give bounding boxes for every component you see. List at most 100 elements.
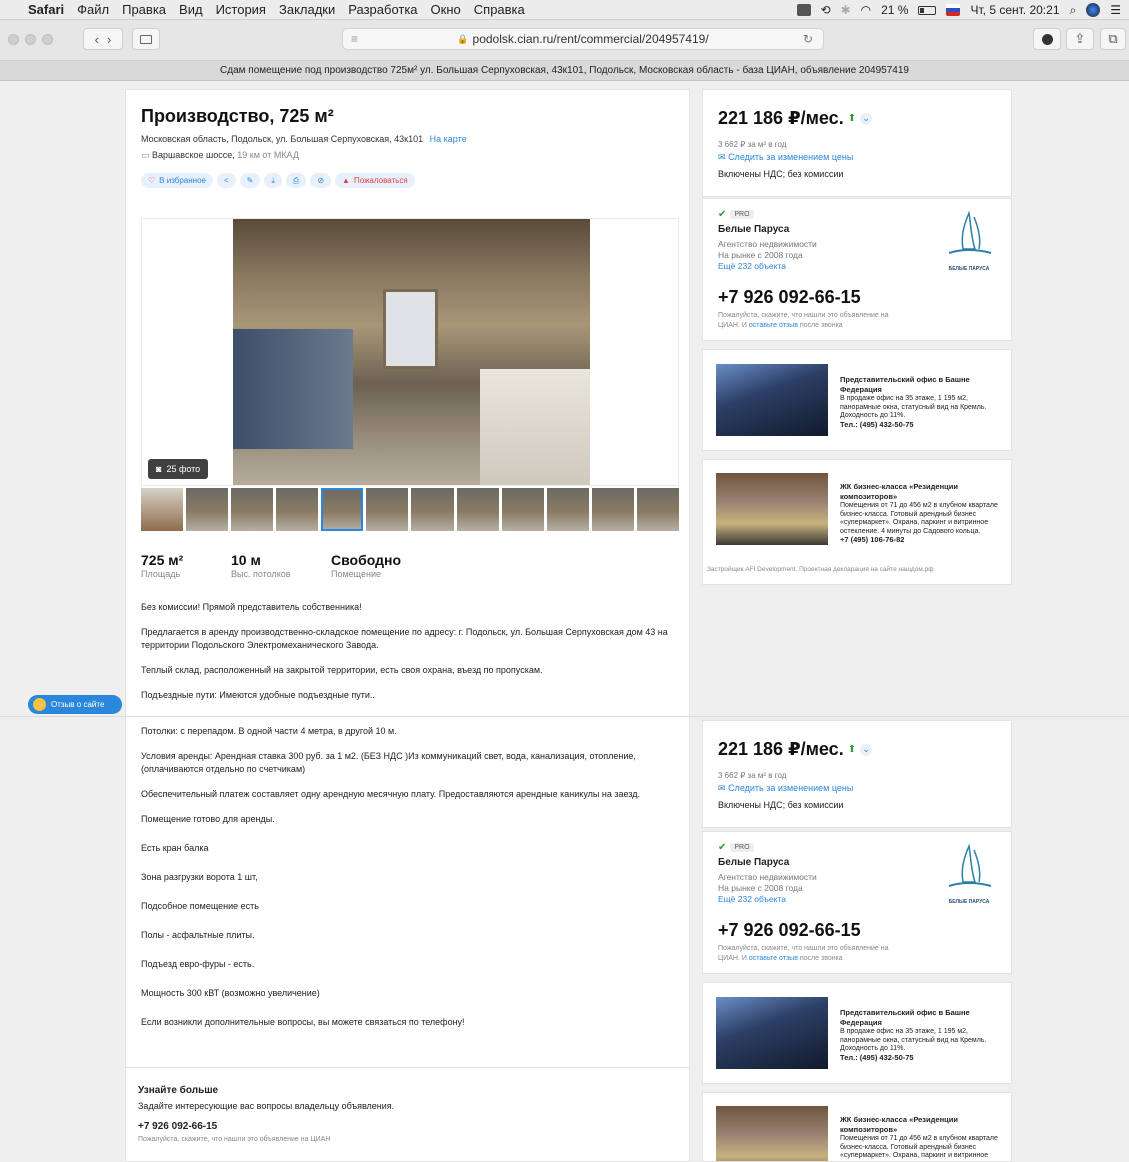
time-machine-icon[interactable]: ⟲ <box>821 3 831 17</box>
thumbnail[interactable] <box>276 488 319 531</box>
print-button[interactable]: ⎙ <box>285 173 307 188</box>
tabs-overview-button[interactable]: ⧉ <box>1100 28 1126 50</box>
thumbnail[interactable] <box>141 488 184 531</box>
action-bar: ♡ В избранное < ✎ ⤓ ⎙ ⊘ ▲ Пожаловаться <box>141 173 467 188</box>
reader-icon[interactable]: ≡ <box>351 32 358 46</box>
download-icon <box>1041 33 1053 45</box>
ad-text: ЖК бизнес-класса «Резиденции композиторо… <box>840 473 1000 546</box>
forward-icon[interactable]: › <box>107 32 111 47</box>
leave-review-link[interactable]: оставьте отзыв <box>749 955 798 962</box>
menu-item-history[interactable]: История <box>216 2 266 17</box>
favorite-button[interactable]: ♡ В избранное <box>141 173 213 188</box>
agent-logo[interactable]: БЕЛЫЕ ПАРУСА <box>941 840 997 906</box>
thumbnail[interactable] <box>636 488 679 531</box>
thumbnail[interactable] <box>231 488 274 531</box>
ad-card[interactable]: ЖК бизнес-класса «Резиденции композиторо… <box>702 1092 1012 1162</box>
highway-line: ▭ Варшавское шоссе, 19 км от МКАД <box>141 150 467 161</box>
menubar-datetime[interactable]: Чт, 5 сент. 20:21 <box>970 3 1059 17</box>
price-history-chevron-icon[interactable]: ⌄ <box>860 112 873 125</box>
spotlight-icon[interactable]: ⌕ <box>1070 3 1077 18</box>
battery-percent[interactable]: 21 % <box>881 3 908 17</box>
listing-card: Производство, 725 м² Московская область,… <box>125 89 690 717</box>
menu-item-help[interactable]: Справка <box>474 2 525 17</box>
ad-card[interactable]: Представительский офис в Башне Федерация… <box>702 349 1012 451</box>
thumbnail[interactable] <box>411 488 454 531</box>
map-link[interactable]: На карте <box>430 134 467 144</box>
thumbnail[interactable] <box>186 488 229 531</box>
thumbnail[interactable] <box>456 488 499 531</box>
menu-item-window[interactable]: Окно <box>431 2 461 17</box>
agent-more-objects[interactable]: Ещё 232 объекта <box>718 261 786 271</box>
ad-card[interactable]: ЖК бизнес-класса «Резиденции композиторо… <box>702 459 1012 585</box>
price-card-repeat: 221 186 ₽/мес. ⬆ ⌄ 3 662 ₽ за м² в год ✉… <box>702 720 1012 828</box>
address-bar[interactable]: ≡ 🔒 podolsk.cian.ru/rent/commercial/2049… <box>342 28 824 50</box>
follow-price-link[interactable]: ✉ Следить за изменением цены <box>718 783 853 794</box>
agent-name[interactable]: Белые Паруса <box>718 224 789 235</box>
description-paragraph: Предлагается в аренду производственно-ск… <box>141 627 668 650</box>
reload-icon[interactable]: ↻ <box>803 32 813 46</box>
macos-menubar: Safari Файл Правка Вид История Закладки … <box>0 0 1129 20</box>
menu-item-develop[interactable]: Разработка <box>348 2 417 17</box>
menu-item-file[interactable]: Файл <box>77 2 109 17</box>
input-language-flag-icon[interactable] <box>946 4 961 16</box>
follow-price-label: Следить за изменением цены <box>728 152 854 162</box>
wifi-icon[interactable]: ◠ <box>861 3 871 17</box>
site-feedback-button[interactable]: Отзыв о сайте <box>28 695 122 714</box>
leave-review-link[interactable]: оставьте отзыв <box>749 322 798 329</box>
download-button[interactable]: ⤓ <box>264 173 282 188</box>
thumbnail-selected[interactable] <box>321 488 364 531</box>
key-stats: 725 м² Площадь 10 м Выс. потолков Свободно… <box>141 552 401 579</box>
downloads-button[interactable] <box>1033 28 1061 50</box>
mkad-distance: 19 км от МКАД <box>237 150 299 160</box>
share-listing-button[interactable]: < <box>217 173 236 188</box>
price-value: 221 186 ₽/мес. <box>718 108 844 128</box>
share-button[interactable]: ⇪ <box>1066 28 1094 50</box>
thumbnail[interactable] <box>546 488 589 531</box>
agent-phone[interactable]: +7 926 092-66-15 <box>718 920 861 941</box>
complain-button[interactable]: ▲ Пожаловаться <box>335 173 415 188</box>
learn-more-phone[interactable]: +7 926 092-66-15 <box>138 1121 394 1132</box>
thumbnail[interactable] <box>501 488 544 531</box>
listing-header: Производство, 725 м² Московская область,… <box>141 106 467 188</box>
vat-info: Включены НДС; без комиссии <box>718 169 844 179</box>
agent-logo[interactable]: БЕЛЫЕ ПАРУСА <box>941 207 997 273</box>
thumbnail[interactable] <box>366 488 409 531</box>
siri-icon[interactable] <box>1086 3 1101 17</box>
status-app-icon[interactable] <box>796 4 811 16</box>
bluetooth-icon[interactable]: ✱ <box>841 3 851 17</box>
ad-phone: Тел.: (495) 432-50-75 <box>840 1052 914 1062</box>
agent-name[interactable]: Белые Паруса <box>718 857 789 868</box>
learn-more-text: Задайте интересующие вас вопросы владель… <box>138 1101 395 1111</box>
ad-title: Представительский офис в Башне Федерация <box>840 375 970 394</box>
menu-item-view[interactable]: Вид <box>179 2 203 17</box>
close-window-button[interactable] <box>8 34 19 45</box>
zoom-window-button[interactable] <box>42 34 53 45</box>
hide-button[interactable]: ⊘ <box>310 173 332 188</box>
price-trend-icon: ⬆ <box>847 744 857 755</box>
back-icon[interactable]: ‹ <box>95 32 99 47</box>
notification-center-icon[interactable]: ☰ <box>1110 3 1121 17</box>
url-text: podolsk.cian.ru/rent/commercial/20495741… <box>472 32 709 46</box>
ad-card[interactable]: Представительский офис в Башне Федерация… <box>702 982 1012 1084</box>
menu-item-edit[interactable]: Правка <box>122 2 166 17</box>
main-photo[interactable]: ◙ 25 фото <box>141 218 679 486</box>
menu-app-name[interactable]: Safari <box>28 2 64 17</box>
photo-count: 25 фото <box>166 464 201 474</box>
agent-phone[interactable]: +7 926 092-66-15 <box>718 287 861 308</box>
ad-content: Представительский офис в Башне Федерация… <box>716 364 990 436</box>
follow-price-link[interactable]: ✉ Следить за изменением цены <box>718 152 853 163</box>
follow-price-label: Следить за изменением цены <box>728 783 854 793</box>
description-paragraph: Если возникли дополнительные вопросы, вы… <box>141 1017 465 1027</box>
thumbnail[interactable] <box>591 488 634 531</box>
sidebar-button[interactable] <box>132 28 160 50</box>
minimize-window-button[interactable] <box>25 34 36 45</box>
photo-count-badge[interactable]: ◙ 25 фото <box>148 459 209 479</box>
tab-title[interactable]: Сдам помещение под производство 725м² ул… <box>220 65 909 76</box>
agent-note-line: ЦИАН. И <box>718 955 747 962</box>
agent-more-objects[interactable]: Ещё 232 объекта <box>718 894 786 904</box>
menu-item-bookmarks[interactable]: Закладки <box>279 2 335 17</box>
edit-button[interactable]: ✎ <box>239 173 261 188</box>
ad-body: В продаже офис на 35 этаже, 1 195 м2, па… <box>840 395 987 419</box>
browser-toolbar: ‹ › ≡ 🔒 podolsk.cian.ru/rent/commercial/… <box>0 20 1129 61</box>
price-history-chevron-icon[interactable]: ⌄ <box>860 743 873 756</box>
